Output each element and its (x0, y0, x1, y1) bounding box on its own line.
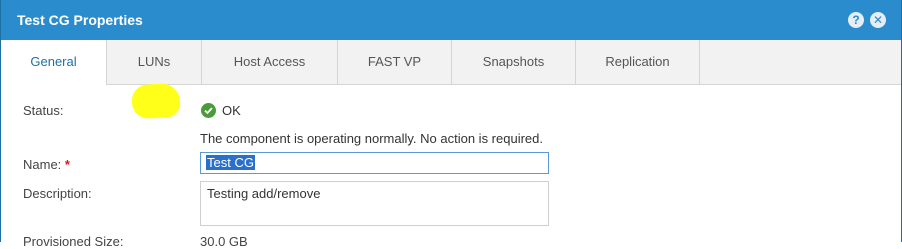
name-input[interactable]: Test CG (200, 152, 549, 174)
dialog-titlebar: Test CG Properties ? ✕ (1, 0, 901, 41)
tab-snapshots[interactable]: Snapshots (452, 40, 576, 84)
properties-dialog: Test CG Properties ? ✕ General LUNs Host… (0, 0, 902, 249)
tab-bar: General LUNs Host Access FAST VP Snapsho… (1, 40, 901, 120)
help-icon[interactable]: ? (848, 12, 864, 28)
name-label-text: Name: (23, 157, 62, 172)
ok-check-icon (201, 103, 216, 118)
description-field[interactable]: Testing add/remove (200, 181, 549, 226)
tab-general[interactable]: General (1, 40, 107, 85)
status-message: The component is operating normally. No … (200, 131, 543, 146)
yellow-highlight-mark (131, 82, 181, 120)
status-label: Status: (23, 103, 64, 118)
tab-luns[interactable]: LUNs (107, 40, 202, 84)
status-value: OK (222, 103, 241, 118)
name-label: Name: * (23, 157, 70, 172)
dialog-title: Test CG Properties (17, 12, 143, 28)
required-marker: * (64, 157, 70, 172)
description-label: Description: (23, 186, 92, 201)
tab-fast-vp[interactable]: FAST VP (338, 40, 452, 84)
tab-host-access[interactable]: Host Access (202, 40, 338, 84)
close-icon[interactable]: ✕ (870, 12, 886, 28)
tab-replication[interactable]: Replication (576, 40, 700, 84)
name-input-value: Test CG (206, 155, 255, 170)
